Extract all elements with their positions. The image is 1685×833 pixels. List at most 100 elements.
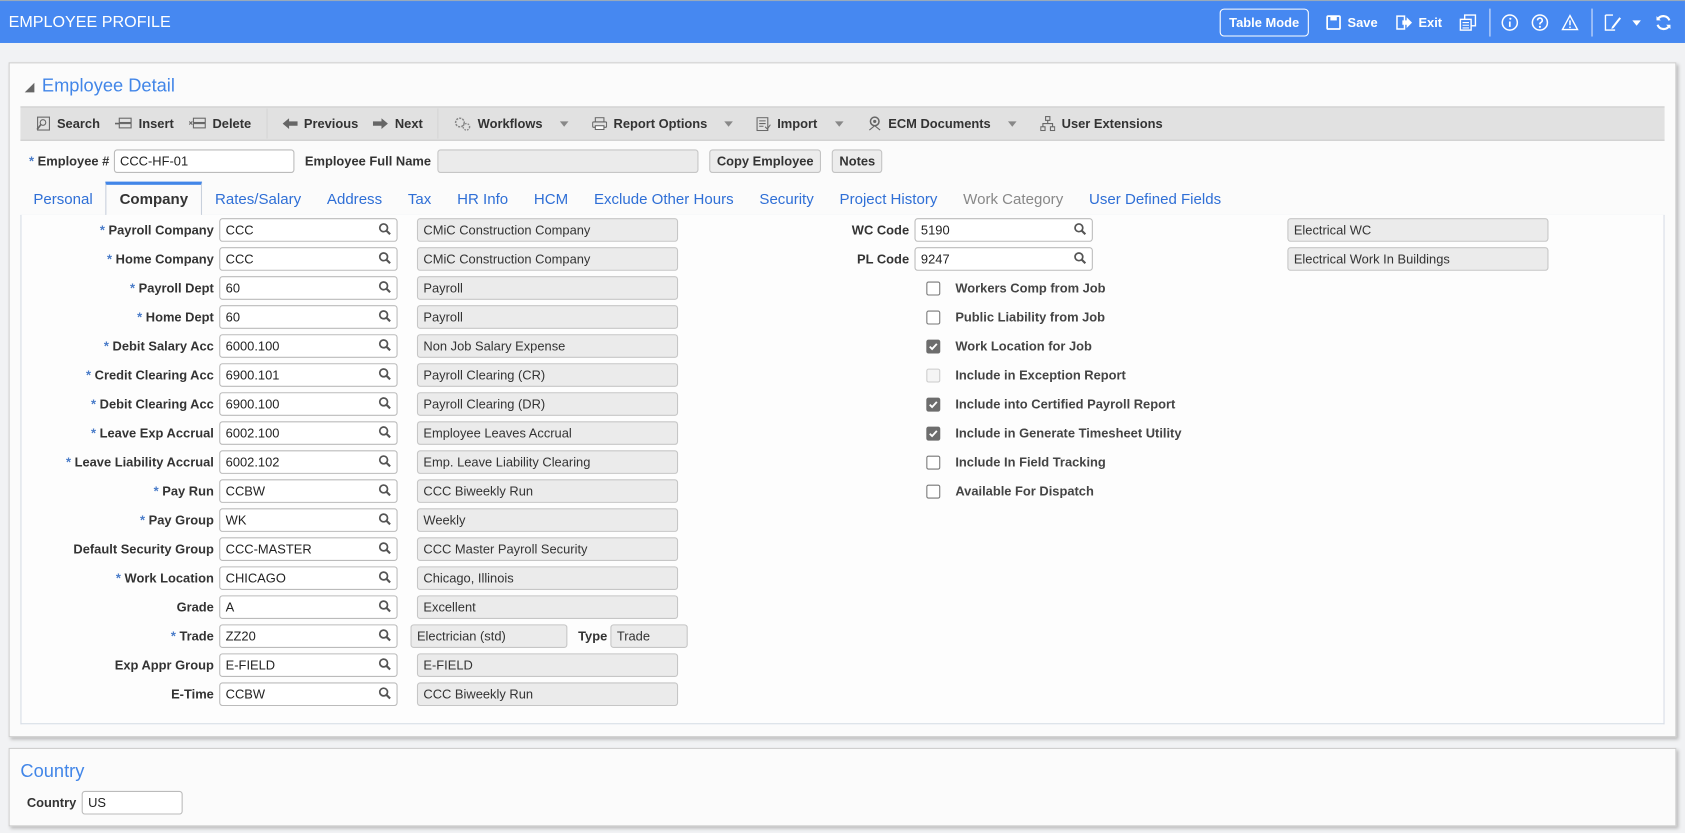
user-extensions-button[interactable]: User Extensions (1040, 116, 1163, 132)
tab-personal[interactable]: Personal (20, 181, 105, 215)
search-icon[interactable] (378, 571, 391, 587)
field-row: * Work Location (21, 566, 1096, 590)
search-icon[interactable] (378, 687, 391, 703)
pl-code-input[interactable] (914, 247, 1093, 271)
country-input[interactable] (81, 790, 183, 815)
search-icon[interactable] (378, 600, 391, 616)
search-icon[interactable] (378, 338, 391, 354)
tab-hcm[interactable]: HCM (521, 181, 581, 215)
warning-button[interactable] (1561, 14, 1579, 31)
search-icon[interactable] (378, 513, 391, 529)
chevron-down-icon[interactable] (724, 120, 734, 127)
tab-address[interactable]: Address (314, 181, 395, 215)
tab-user-defined-fields[interactable]: User Defined Fields (1076, 181, 1234, 215)
type-field (610, 624, 688, 648)
search-icon[interactable] (378, 309, 391, 325)
table-mode-button[interactable]: Table Mode (1219, 8, 1309, 37)
insert-button[interactable]: Insert (115, 116, 174, 131)
search-icon[interactable] (378, 251, 391, 267)
e-time-input[interactable] (219, 682, 398, 707)
pay-run-input[interactable] (219, 479, 398, 503)
public-liability-from-job-checkbox[interactable] (926, 310, 941, 324)
payroll-company-input[interactable] (219, 218, 398, 242)
include-in-generate-timesheet-utility-checkbox[interactable] (926, 426, 941, 441)
panel-header[interactable]: Employee Detail (24, 75, 175, 96)
refresh-button[interactable] (1655, 14, 1672, 31)
tab-company[interactable]: Company (105, 181, 203, 216)
debit-salary-acc-input[interactable] (219, 334, 398, 358)
credit-clearing-acc-input[interactable] (219, 363, 398, 387)
search-button[interactable]: Search (35, 116, 100, 131)
employee-number-input[interactable] (113, 149, 295, 174)
work-location-input[interactable] (219, 566, 398, 590)
search-icon[interactable] (378, 397, 391, 413)
edit-menu-button[interactable] (1603, 14, 1642, 31)
next-button[interactable]: Next (373, 116, 423, 131)
delete-button[interactable]: Delete (188, 116, 251, 131)
search-icon[interactable] (1074, 251, 1087, 267)
include-in-field-tracking-checkbox[interactable] (926, 455, 941, 470)
payroll-dept-label: * Payroll Dept (129, 280, 214, 296)
debit-clearing-acc-input[interactable] (219, 392, 398, 416)
copy-employee-button[interactable]: Copy Employee (709, 149, 822, 174)
chevron-down-icon[interactable] (1007, 120, 1017, 127)
company-form: * Payroll Company * Home Company * Payro… (20, 214, 1665, 725)
grade-label: Grade (176, 599, 214, 615)
payroll-company-description (416, 218, 679, 242)
debit-salary-acc-lov (219, 334, 398, 358)
trade-input[interactable] (219, 624, 398, 648)
save-button[interactable]: Save (1326, 15, 1378, 30)
search-icon[interactable] (1074, 222, 1087, 238)
country-panel-title: Country (20, 760, 85, 782)
print-preview-button[interactable] (1459, 14, 1477, 31)
wc-code-input[interactable] (914, 218, 1093, 242)
import-icon (756, 116, 771, 131)
home-company-input[interactable] (219, 247, 398, 271)
exit-button[interactable]: Exit (1395, 15, 1442, 30)
search-icon[interactable] (378, 455, 391, 471)
pay-group-input[interactable] (219, 508, 398, 532)
payroll-dept-input[interactable] (219, 276, 398, 300)
notes-button[interactable]: Notes (831, 149, 883, 174)
search-icon[interactable] (378, 280, 391, 296)
ecm-documents-button[interactable]: ECM Documents (867, 116, 1017, 131)
search-icon[interactable] (378, 484, 391, 500)
search-icon[interactable] (378, 542, 391, 558)
debit-clearing-acc-lov (219, 392, 398, 416)
leave-exp-accrual-description (416, 421, 679, 445)
import-button[interactable]: Import (756, 116, 844, 131)
previous-button[interactable]: Previous (282, 116, 358, 131)
tab-exclude-other-hours[interactable]: Exclude Other Hours (581, 181, 746, 215)
help-button[interactable] (1531, 14, 1549, 31)
include-into-certified-payroll-report-checkbox[interactable] (926, 397, 941, 412)
home-dept-input[interactable] (219, 305, 398, 329)
default-security-group-input[interactable] (219, 537, 398, 561)
tab-security[interactable]: Security (747, 181, 827, 215)
workflows-button[interactable]: Workflows (454, 116, 569, 131)
leave-liability-accrual-input[interactable] (219, 450, 398, 474)
tab-project-history[interactable]: Project History (827, 181, 951, 215)
wc-code-lov (914, 218, 1093, 242)
work-location-for-job-checkbox[interactable] (926, 339, 941, 354)
tab-rates-salary[interactable]: Rates/Salary (202, 181, 314, 215)
chevron-down-icon[interactable] (559, 120, 569, 127)
include-in-field-tracking-checkbox-row: Include In Field Tracking (926, 450, 1106, 474)
tab-hr-info[interactable]: HR Info (444, 181, 521, 215)
chevron-down-icon[interactable] (834, 120, 844, 127)
leave-exp-accrual-input[interactable] (219, 421, 398, 445)
grade-input[interactable] (219, 595, 398, 619)
search-icon[interactable] (378, 222, 391, 238)
available-for-dispatch-checkbox[interactable] (926, 484, 941, 499)
employee-full-name-field (437, 149, 699, 174)
search-label: Search (56, 116, 100, 132)
search-icon[interactable] (378, 658, 391, 674)
search-icon[interactable] (378, 426, 391, 442)
exp-appr-group-input[interactable] (219, 653, 398, 677)
collapse-triangle-icon[interactable] (24, 82, 35, 92)
search-icon[interactable] (378, 629, 391, 645)
info-button[interactable] (1501, 14, 1519, 31)
search-icon[interactable] (378, 368, 391, 384)
report-options-button[interactable]: Report Options (592, 116, 734, 131)
workers-comp-from-job-checkbox[interactable] (926, 281, 941, 295)
tab-tax[interactable]: Tax (395, 181, 444, 215)
